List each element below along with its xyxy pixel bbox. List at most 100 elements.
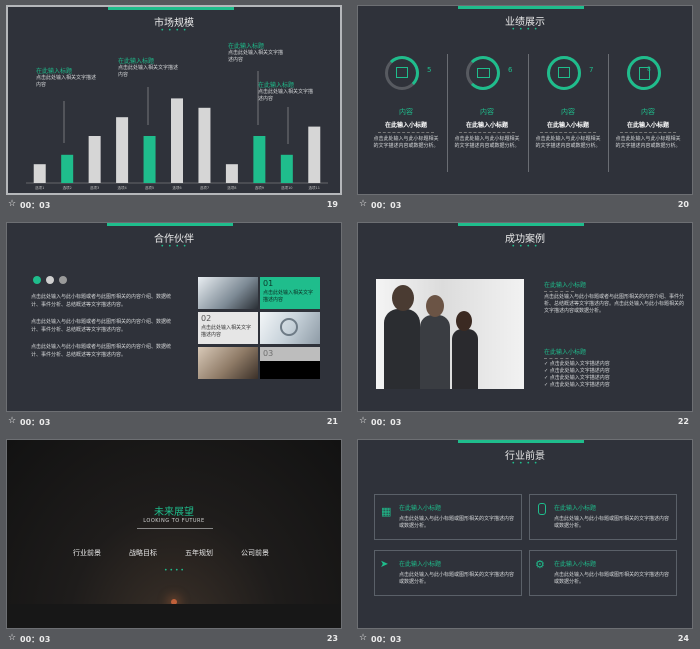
x-tick-label: 选项9: [255, 185, 264, 190]
slide-thumb-23[interactable]: 未来展望 LOOKING TO FUTURE 行业前景 战略目标 五年规划 公司…: [6, 439, 342, 649]
microphone-icon: [538, 503, 546, 515]
slide-preview[interactable]: 合作伙伴 • • • • 点击此处输入与此小标题或者与此图形相关的内容介绍、数据…: [6, 222, 342, 412]
partner-tile: 01 点击此处输入相关文字描述内容: [260, 277, 320, 309]
title-dots: • • • •: [160, 243, 188, 250]
bar: [33, 164, 46, 183]
business-people-photo: [376, 279, 524, 389]
star-icon: ☆: [359, 416, 368, 426]
check-item: ✓ 点击此处输入文字描述内容: [544, 368, 610, 374]
star-icon: ☆: [359, 199, 368, 209]
item-description: 点击此处输入与此小标题相关的文字描述内容或数据分析。: [615, 136, 681, 149]
star-icon: ☆: [359, 633, 368, 643]
slide-footer: ☆ 00：03 22: [357, 414, 693, 430]
slide-thumb-21[interactable]: 合作伙伴 • • • • 点击此处输入与此小标题或者与此图形相关的内容介绍、数据…: [6, 222, 342, 432]
check-item: ✓ 点击此处输入文字描述内容: [544, 361, 610, 367]
check-item: ✓ 点击此处输入文字描述内容: [544, 375, 610, 381]
title-dots: • • • •: [511, 243, 539, 250]
feature-box: ⚙ 在此输入小标题 点击此处输入与此小标题或图形相关的文字描述内容或数据分析。: [529, 550, 677, 596]
slide-preview[interactable]: 业绩展示 • • • • 5 内容 在此输入小标题 点击此处输入与此小标题相关的…: [357, 5, 693, 195]
item-subtitle: 在此输入小标题: [465, 122, 508, 129]
menu-item-strategy[interactable]: 战略目标: [129, 548, 157, 558]
menu-item-plan[interactable]: 五年规划: [185, 548, 213, 558]
annotation-head: 在此输入标题: [36, 68, 73, 75]
slide-preview[interactable]: 未来展望 LOOKING TO FUTURE 行业前景 战略目标 五年规划 公司…: [6, 439, 342, 629]
x-tick-label: 选项11: [309, 185, 320, 190]
edit-icon: [558, 67, 570, 78]
divider: [447, 54, 448, 172]
title-accent-bar: [107, 223, 233, 226]
annotation-3: 在此输入标题 点击此处输入相关文字描述内容: [228, 43, 286, 64]
slide-timing: 00：03: [20, 201, 51, 210]
menu-item-company[interactable]: 公司前景: [241, 548, 269, 558]
title-dots: • • • •: [164, 567, 184, 574]
slide-footer: ☆ 00：03 23: [6, 631, 342, 647]
tile-number: 01: [263, 279, 274, 288]
slide-thumb-24[interactable]: 行业前景 • • • • ▦ 在此输入小标题 点击此处输入与此小标题或图形相关的…: [357, 439, 693, 649]
star-icon: ☆: [8, 633, 17, 643]
slide-timing: 00：03: [20, 635, 51, 644]
slide-timing: 00：03: [371, 635, 402, 644]
gear-icon: ⚙: [535, 558, 545, 571]
block-heading: 在此输入小标题: [544, 349, 587, 356]
annotation-head: 在此输入标题: [258, 82, 295, 89]
slide-thumb-19[interactable]: 市场规模 • • • • 选项1 选项2 选项3 选项4 选项5 选项6 选项7 选项8 选项9…: [6, 5, 342, 215]
progress-ring: 7: [547, 56, 593, 90]
grid-icon: ▦: [381, 505, 392, 518]
feature-box: ➤ 在此输入小标题 点击此处输入与此小标题或图形相关的文字描述内容或数据分析。: [374, 550, 522, 596]
slide-footer: ☆ 00：03 20: [357, 197, 693, 213]
paragraph: 点击此处输入与此小标题或者与此图形相关的内容介绍、数据统计、事件分析、总结概述等…: [31, 319, 172, 333]
x-tick-label: 选项1: [35, 185, 44, 190]
item-label: 内容: [480, 108, 494, 116]
slide-number: 23: [326, 634, 338, 643]
case-block-1: 在此输入小标题 点击此处输入与此小标题或者与此图形相关的内容介绍、事件分析、总结…: [544, 280, 684, 315]
slide-number: 19: [326, 200, 338, 209]
paragraph: 点击此处输入与此小标题或者与此图形相关的内容介绍、数据统计、事件分析、总结概述等…: [31, 344, 172, 358]
partner-tile: 03: [260, 347, 320, 379]
progress-ring: 8: [627, 56, 661, 90]
folder-icon: [477, 68, 490, 78]
title-accent-bar: [458, 6, 584, 9]
bar: [116, 117, 129, 183]
item-subtitle: 在此输入小标题: [384, 122, 427, 129]
item-label: 内容: [399, 108, 413, 116]
slide-preview[interactable]: 行业前景 • • • • ▦ 在此输入小标题 点击此处输入与此小标题或图形相关的…: [357, 439, 693, 629]
annotation-2: 在此输入标题 点击此处输入相关文字描述内容: [118, 58, 178, 79]
divider: [528, 54, 529, 172]
bar: [88, 136, 101, 183]
progress-ring: 5: [385, 56, 431, 90]
slide-preview[interactable]: 市场规模 • • • • 选项1 选项2 选项3 选项4 选项5 选项6 选项7 选项8 选项9…: [6, 5, 342, 195]
desk-photo: [198, 347, 258, 379]
x-tick-label: 选项6: [172, 185, 181, 190]
slide-timing: 00：03: [20, 418, 51, 427]
bar: [253, 136, 266, 183]
slide-number: 20: [677, 200, 689, 209]
send-icon: ➤: [380, 559, 389, 570]
slide-number: 24: [677, 634, 689, 643]
dot-indicator: [33, 276, 41, 284]
menu-item-industry[interactable]: 行业前景: [73, 548, 101, 558]
slide-number: 21: [326, 417, 338, 426]
bar: [61, 154, 74, 183]
annotation-body: 点击此处输入相关文字描述内容: [118, 65, 179, 78]
slide-preview[interactable]: 成功案例 • • • • 在此输入小标题 点击此处输入与此小标题或者与此图形相关…: [357, 222, 693, 412]
magnifier-photo: [260, 312, 320, 344]
item-subtitle: 在此输入小标题: [626, 122, 669, 129]
bar: [198, 107, 211, 183]
box-heading: 在此输入小标题: [554, 561, 597, 568]
edit-icon: [396, 67, 408, 78]
item-description: 点击此处输入与此小标题相关的文字描述内容或数据分析。: [373, 136, 439, 149]
bar: [280, 154, 293, 183]
annotation-body: 点击此处输入相关文字描述内容: [258, 89, 314, 102]
divider: [608, 54, 609, 172]
laptop-photo: [198, 277, 258, 309]
slide-thumb-20[interactable]: 业绩展示 • • • • 5 内容 在此输入小标题 点击此处输入与此小标题相关的…: [357, 5, 693, 215]
feature-box: 在此输入小标题 点击此处输入与此小标题或图形相关的文字描述内容或数据分析。: [529, 494, 677, 540]
slide-thumb-22[interactable]: 成功案例 • • • • 在此输入小标题 点击此处输入与此小标题或者与此图形相关…: [357, 222, 693, 432]
star-icon: ☆: [8, 416, 17, 426]
annotation-head: 在此输入标题: [118, 58, 155, 65]
box-body: 点击此处输入与此小标题或图形相关的文字描述内容或数据分析。: [399, 572, 515, 585]
feature-box: ▦ 在此输入小标题 点击此处输入与此小标题或图形相关的文字描述内容或数据分析。: [374, 494, 522, 540]
slide-title: 未来展望: [154, 507, 194, 518]
block-body: 点击此处输入与此小标题或者与此图形相关的内容介绍、事件分析、总结概述等文字描述内…: [544, 294, 685, 314]
tile-text: 点击此处输入相关文字描述内容: [263, 290, 314, 303]
